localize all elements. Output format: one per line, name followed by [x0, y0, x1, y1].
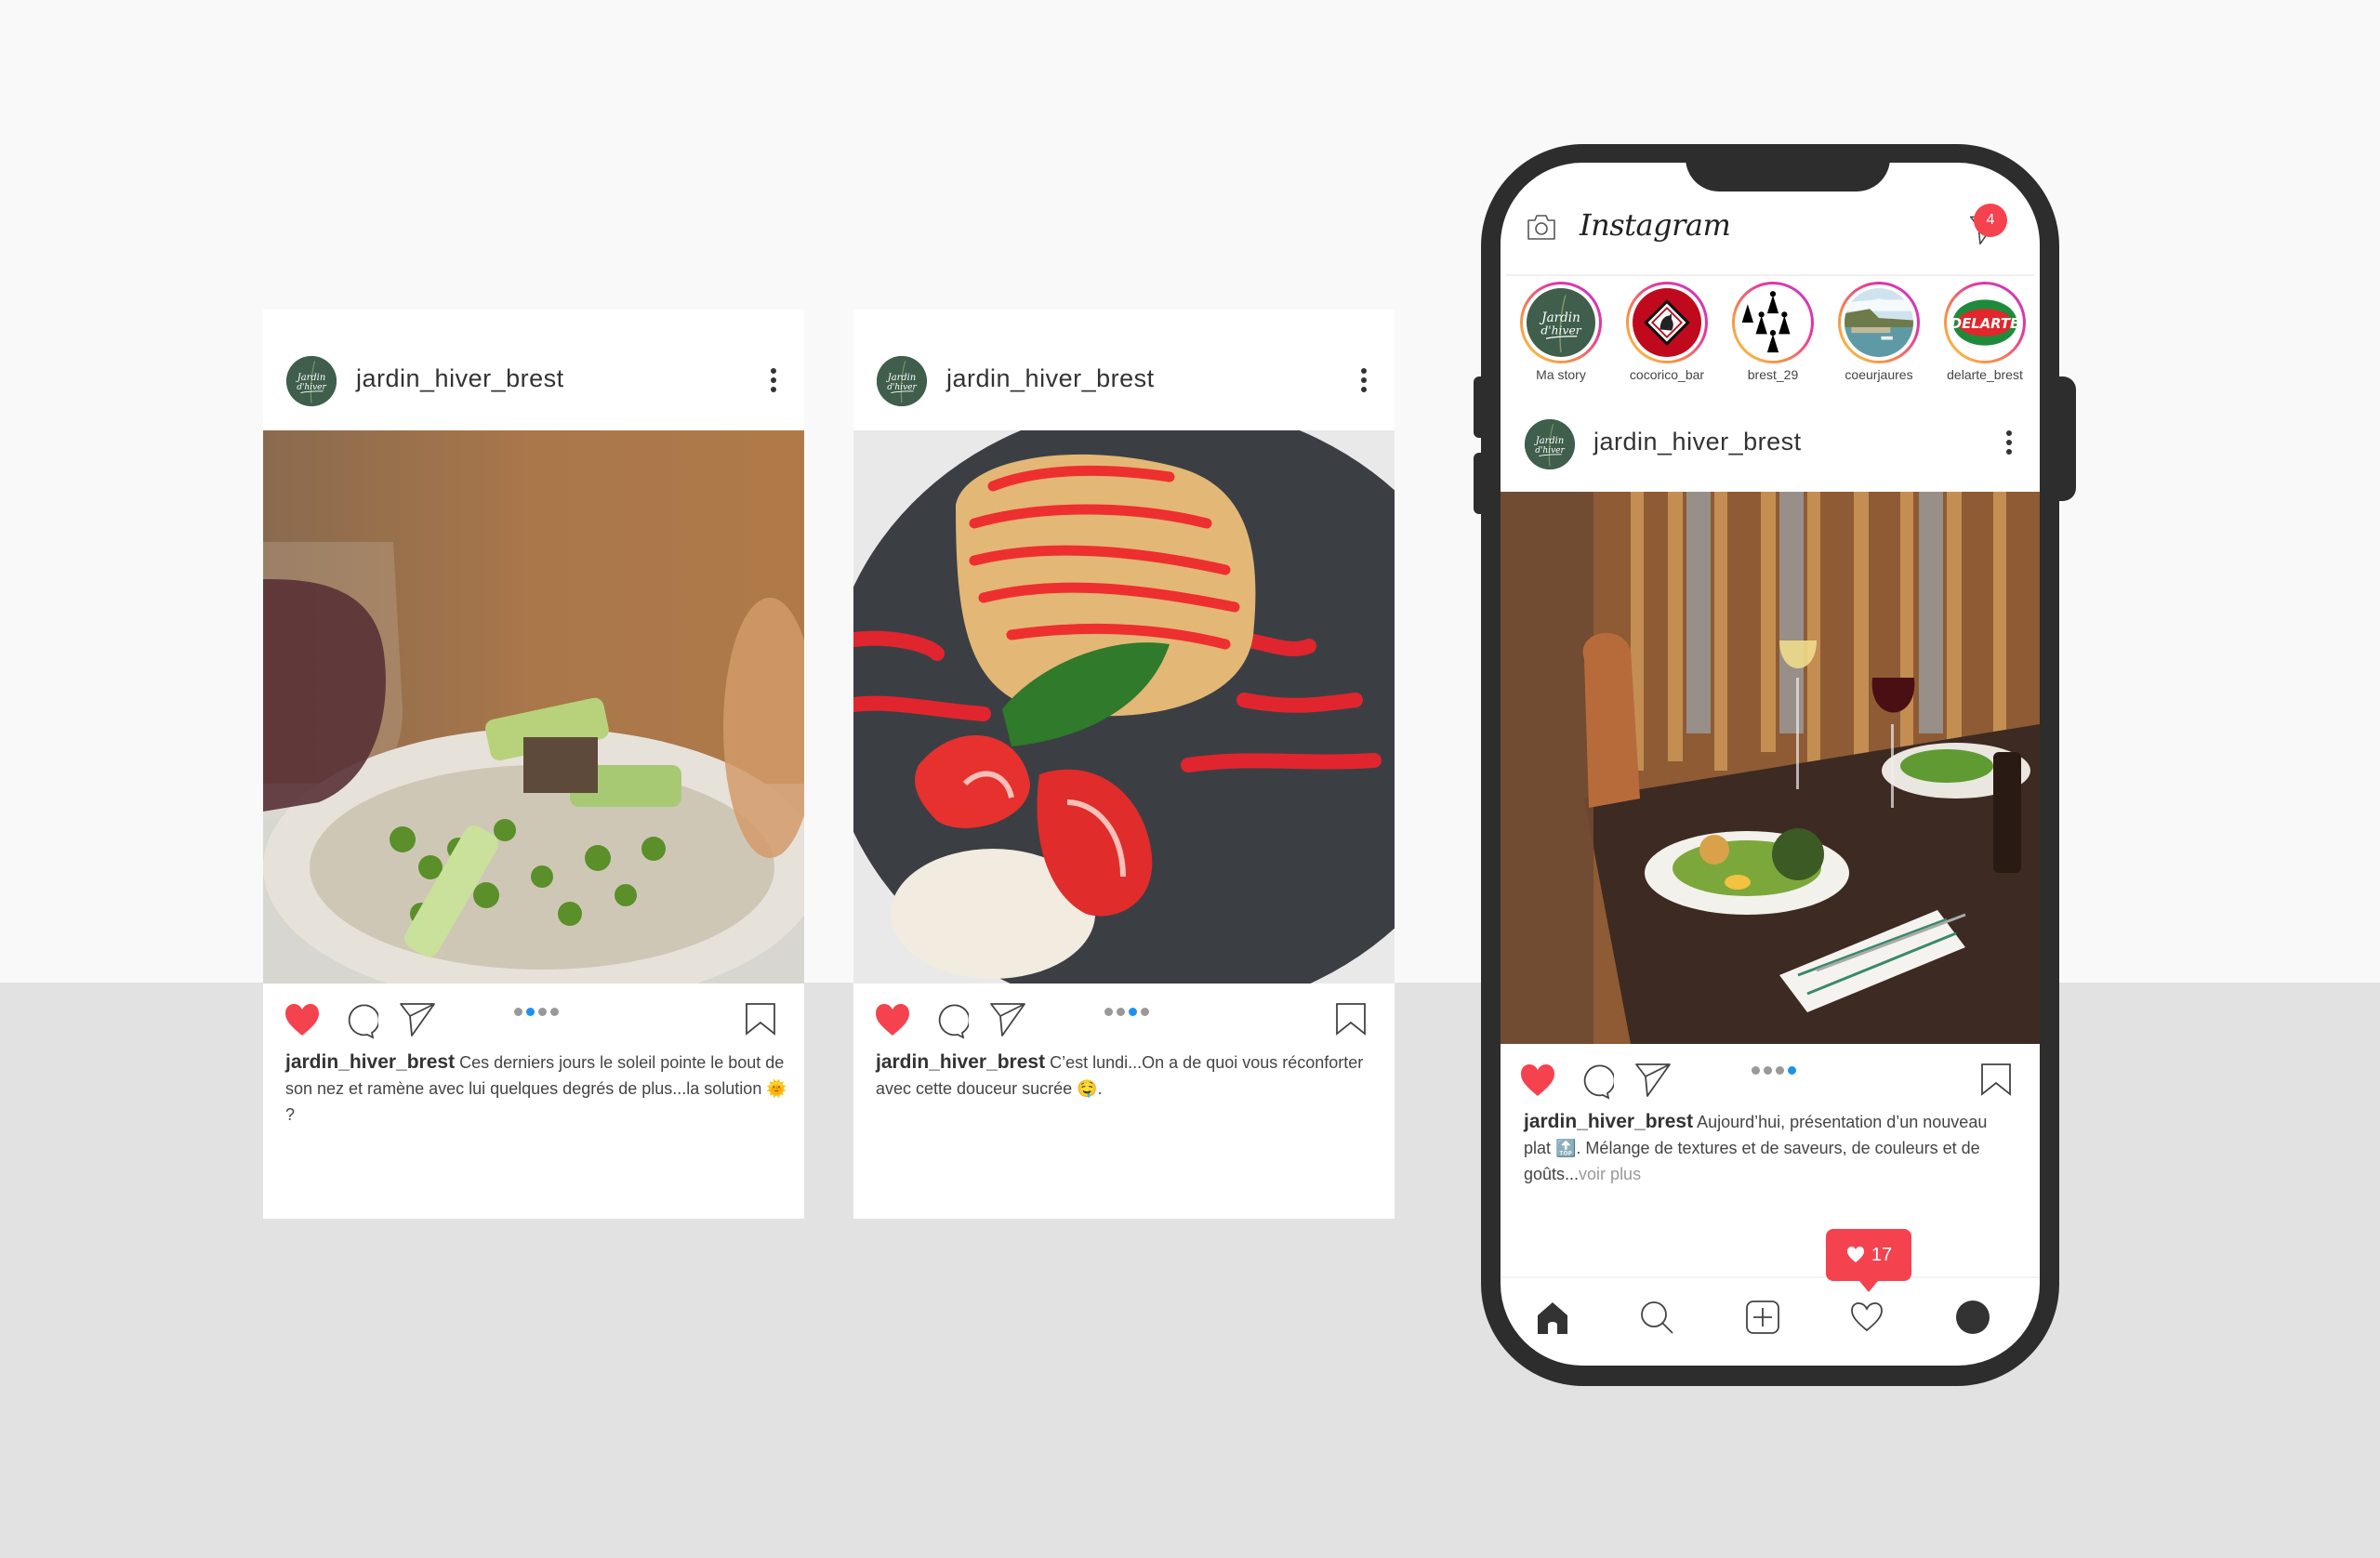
story-item[interactable]: DELARTE delarte_brest	[1934, 282, 2036, 382]
phone-notch	[1686, 158, 1890, 191]
carousel-dot	[1117, 1008, 1125, 1016]
post-card-2: jardin_hiver_brest jardin_hiver_brest C’…	[853, 310, 1395, 1219]
story-item[interactable]: Ma story	[1510, 282, 1612, 382]
caption-username[interactable]: jardin_hiver_brest	[285, 1051, 455, 1073]
delarte-logo-text: DELARTE	[1950, 316, 2019, 332]
carousel-indicator	[1104, 1008, 1149, 1019]
home-icon[interactable]	[1534, 1299, 1571, 1336]
bottom-tab-bar	[1501, 1276, 2040, 1366]
post-caption: jardin_hiver_brest Ces derniers jours le…	[285, 1050, 787, 1128]
post-username[interactable]: jardin_hiver_brest	[946, 364, 1155, 393]
comment-icon[interactable]	[341, 1002, 378, 1039]
story-avatar	[1844, 288, 1913, 357]
story-avatar	[1633, 288, 1701, 357]
post-actions	[263, 995, 804, 1050]
carousel-dot-active	[1129, 1008, 1137, 1016]
carousel-dot	[538, 1008, 547, 1016]
post-caption: jardin_hiver_brest Aujourd’hui, présenta…	[1524, 1109, 2016, 1187]
carousel-dot	[1764, 1066, 1772, 1075]
avatar[interactable]	[877, 356, 927, 406]
carousel-dot	[550, 1008, 559, 1016]
likes-count: 17	[1871, 1244, 1893, 1265]
story-avatar: DELARTE	[1950, 288, 2019, 357]
carousel-dot	[1141, 1008, 1149, 1016]
profile-icon[interactable]	[1954, 1299, 1991, 1336]
post-header: jardin_hiver_brest	[853, 310, 1395, 430]
post-actions	[853, 995, 1395, 1050]
post-username[interactable]: jardin_hiver_brest	[356, 364, 564, 393]
carousel-dot-active	[526, 1008, 535, 1016]
story-label: brest_29	[1747, 367, 1799, 382]
search-icon[interactable]	[1638, 1299, 1675, 1336]
likes-notification-popup: 17	[1826, 1229, 1911, 1292]
story-label: Ma story	[1536, 367, 1586, 382]
carousel-dot	[514, 1008, 522, 1016]
post-photo[interactable]	[263, 430, 804, 984]
caption-username[interactable]: jardin_hiver_brest	[876, 1051, 1045, 1073]
carousel-dot-active	[1788, 1066, 1796, 1075]
story-label: delarte_brest	[1947, 367, 2023, 382]
heart-icon[interactable]	[874, 1002, 911, 1039]
heart-icon[interactable]	[1848, 1299, 1885, 1336]
story-item[interactable]: cocorico_bar	[1616, 282, 1718, 382]
story-avatar	[1527, 288, 1595, 357]
heart-icon	[1846, 1247, 1864, 1262]
post-photo[interactable]	[853, 430, 1395, 984]
post-photo[interactable]	[1501, 492, 2040, 1044]
more-options-icon[interactable]	[769, 368, 778, 396]
see-more-link[interactable]: voir plus	[1579, 1165, 1641, 1183]
post-header: jardin_hiver_brest	[263, 310, 804, 430]
carousel-indicator	[514, 1008, 559, 1019]
story-label: cocorico_bar	[1629, 367, 1705, 382]
avatar[interactable]	[286, 356, 337, 406]
heart-icon[interactable]	[284, 1002, 321, 1039]
story-item[interactable]: brest_29	[1722, 282, 1824, 382]
bookmark-icon[interactable]	[745, 1002, 776, 1036]
post-header: jardin_hiver_brest	[1501, 393, 2040, 495]
post-actions	[1501, 1055, 2040, 1111]
bookmark-icon[interactable]	[1980, 1063, 2012, 1096]
add-post-icon[interactable]	[1744, 1299, 1781, 1336]
story-avatar	[1739, 288, 1807, 357]
carousel-dot	[1752, 1066, 1760, 1075]
camera-icon[interactable]	[1527, 213, 1556, 241]
stories-row: Ma story cocorico_bar brest_29 coeurjaur…	[1501, 282, 2040, 384]
bookmark-icon[interactable]	[1335, 1002, 1367, 1036]
comment-icon[interactable]	[932, 1002, 969, 1039]
paper-plane-icon[interactable]	[1634, 1061, 1672, 1098]
avatar[interactable]	[1525, 419, 1575, 469]
divider	[1506, 274, 2034, 276]
comment-icon[interactable]	[1577, 1063, 1614, 1100]
carousel-dot	[1104, 1008, 1113, 1016]
story-item[interactable]: coeurjaures	[1828, 282, 1930, 382]
post-username[interactable]: jardin_hiver_brest	[1593, 428, 1802, 456]
app-title: Instagram	[1580, 207, 1731, 243]
caption-username[interactable]: jardin_hiver_brest	[1524, 1111, 1693, 1132]
more-options-icon[interactable]	[1359, 368, 1368, 396]
paper-plane-icon[interactable]	[989, 1000, 1026, 1037]
post-caption: jardin_hiver_brest C’est lundi...On a de…	[876, 1050, 1378, 1102]
more-options-icon[interactable]	[2004, 430, 2014, 458]
phone-screen: Instagram 4 Ma story cocorico_bar brest_…	[1501, 163, 2040, 1366]
paper-plane-icon[interactable]	[399, 1000, 436, 1037]
post-card-1: jardin_hiver_brest jardin_hiver_brest Ce…	[263, 310, 804, 1219]
heart-icon[interactable]	[1519, 1063, 1556, 1100]
carousel-dot	[1776, 1066, 1784, 1075]
story-label: coeurjaures	[1844, 367, 1913, 382]
dm-badge: 4	[1974, 204, 2007, 237]
carousel-indicator	[1752, 1066, 1796, 1077]
